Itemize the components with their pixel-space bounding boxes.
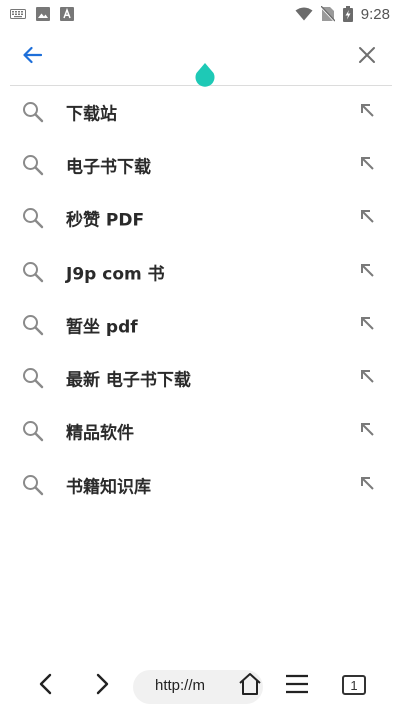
- suggestion-item[interactable]: 电子书下载: [0, 138, 400, 191]
- arrow-up-left-icon: [359, 421, 375, 441]
- arrow-up-left-icon: [359, 262, 375, 282]
- url-text: http://m: [155, 677, 206, 694]
- arrow-up-left-icon: [359, 475, 375, 495]
- suggestion-text: 书籍知识库: [66, 477, 151, 498]
- suggestion-item[interactable]: 下载站: [0, 85, 400, 138]
- menu-icon: [285, 674, 309, 698]
- suggestion-text: 精品软件: [66, 423, 134, 444]
- battery-charging-icon: [342, 6, 353, 22]
- back-icon: [38, 673, 52, 699]
- suggestion-text: 最新 电子书下载: [66, 370, 191, 391]
- arrow-up-left-icon: [359, 315, 375, 335]
- suggestion-text: 暂坐 pdf: [66, 317, 138, 338]
- suggestion-text: J9p com 书: [66, 264, 165, 285]
- wifi-icon: [295, 7, 313, 21]
- fill-query-button[interactable]: [352, 416, 382, 446]
- search-icon: [22, 207, 44, 229]
- nav-back-button[interactable]: [30, 668, 60, 704]
- suggestion-text: 电子书下载: [66, 157, 151, 178]
- suggestion-item[interactable]: J9p com 书: [0, 245, 400, 298]
- suggestion-item[interactable]: 书籍知识库: [0, 458, 400, 511]
- home-icon: [237, 672, 263, 700]
- arrow-up-left-icon: [359, 208, 375, 228]
- close-icon: [358, 46, 376, 68]
- search-icon: [22, 261, 44, 283]
- arrow-up-left-icon: [359, 155, 375, 175]
- forward-icon: [96, 673, 110, 699]
- search-icon: [22, 154, 44, 176]
- status-bar: 9:28: [0, 0, 400, 28]
- fill-query-button[interactable]: [352, 310, 382, 340]
- fill-query-button[interactable]: [352, 150, 382, 180]
- font-icon: [60, 7, 74, 21]
- suggestion-text: 下载站: [66, 104, 117, 125]
- fill-query-button[interactable]: [352, 257, 382, 287]
- search-icon: [22, 420, 44, 442]
- search-icon: [22, 314, 44, 336]
- nav-forward-button[interactable]: [88, 668, 118, 704]
- status-left-icons: [10, 7, 74, 21]
- image-icon: [36, 7, 50, 21]
- suggestion-text: 秒赞 PDF: [66, 210, 145, 231]
- fill-query-button[interactable]: [352, 97, 382, 127]
- back-button[interactable]: [14, 42, 50, 72]
- search-icon: [22, 474, 44, 496]
- search-icon: [22, 101, 44, 123]
- back-arrow-icon: [22, 46, 43, 68]
- fill-query-button[interactable]: [352, 363, 382, 393]
- suggestion-list: 下载站 电子书下载 秒赞 PDF J9p com 书 暂坐 pdf 最新 电子书…: [0, 85, 400, 511]
- suggestion-item[interactable]: 最新 电子书下载: [0, 351, 400, 404]
- arrow-up-left-icon: [359, 102, 375, 122]
- keyboard-icon: [10, 8, 26, 20]
- home-button[interactable]: [234, 668, 266, 704]
- no-sim-icon: [320, 6, 335, 22]
- status-right-icons: 9:28: [295, 6, 390, 23]
- menu-button[interactable]: [283, 668, 311, 704]
- suggestion-item[interactable]: 精品软件: [0, 405, 400, 458]
- suggestion-item[interactable]: 暂坐 pdf: [0, 298, 400, 351]
- arrow-up-left-icon: [359, 368, 375, 388]
- fill-query-button[interactable]: [352, 203, 382, 233]
- search-icon: [22, 367, 44, 389]
- bottom-toolbar: http://m 1: [0, 660, 400, 711]
- clear-search-button[interactable]: [352, 42, 382, 72]
- fill-query-button[interactable]: [352, 470, 382, 500]
- suggestion-item[interactable]: 秒赞 PDF: [0, 192, 400, 245]
- status-time: 9:28: [360, 5, 390, 23]
- tabs-button[interactable]: 1: [342, 675, 366, 695]
